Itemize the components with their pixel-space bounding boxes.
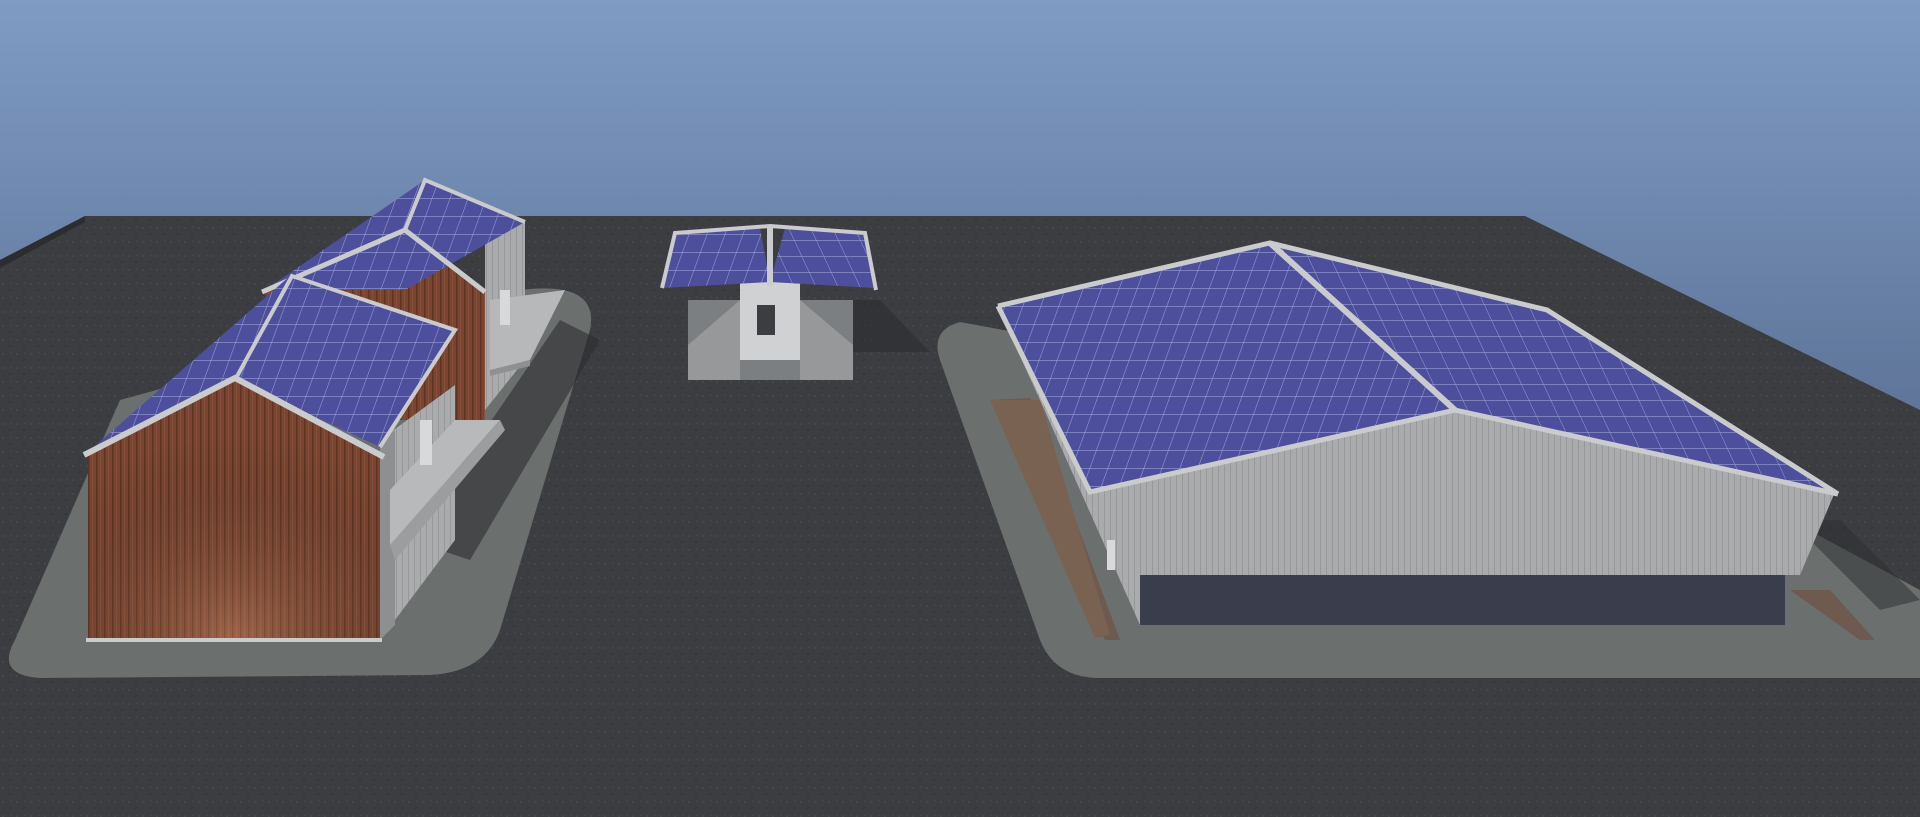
front-hall-window (420, 420, 432, 465)
warehouse-lower-band (1140, 575, 1785, 625)
site-render (0, 0, 1920, 817)
front-hall-window-2 (500, 290, 510, 325)
pavilion-roof-right (770, 228, 875, 288)
warehouse-side-door (1107, 540, 1115, 570)
pavilion-core-door (757, 305, 775, 335)
pavilion-roof-left (663, 228, 770, 288)
render-viewport (0, 0, 1920, 817)
